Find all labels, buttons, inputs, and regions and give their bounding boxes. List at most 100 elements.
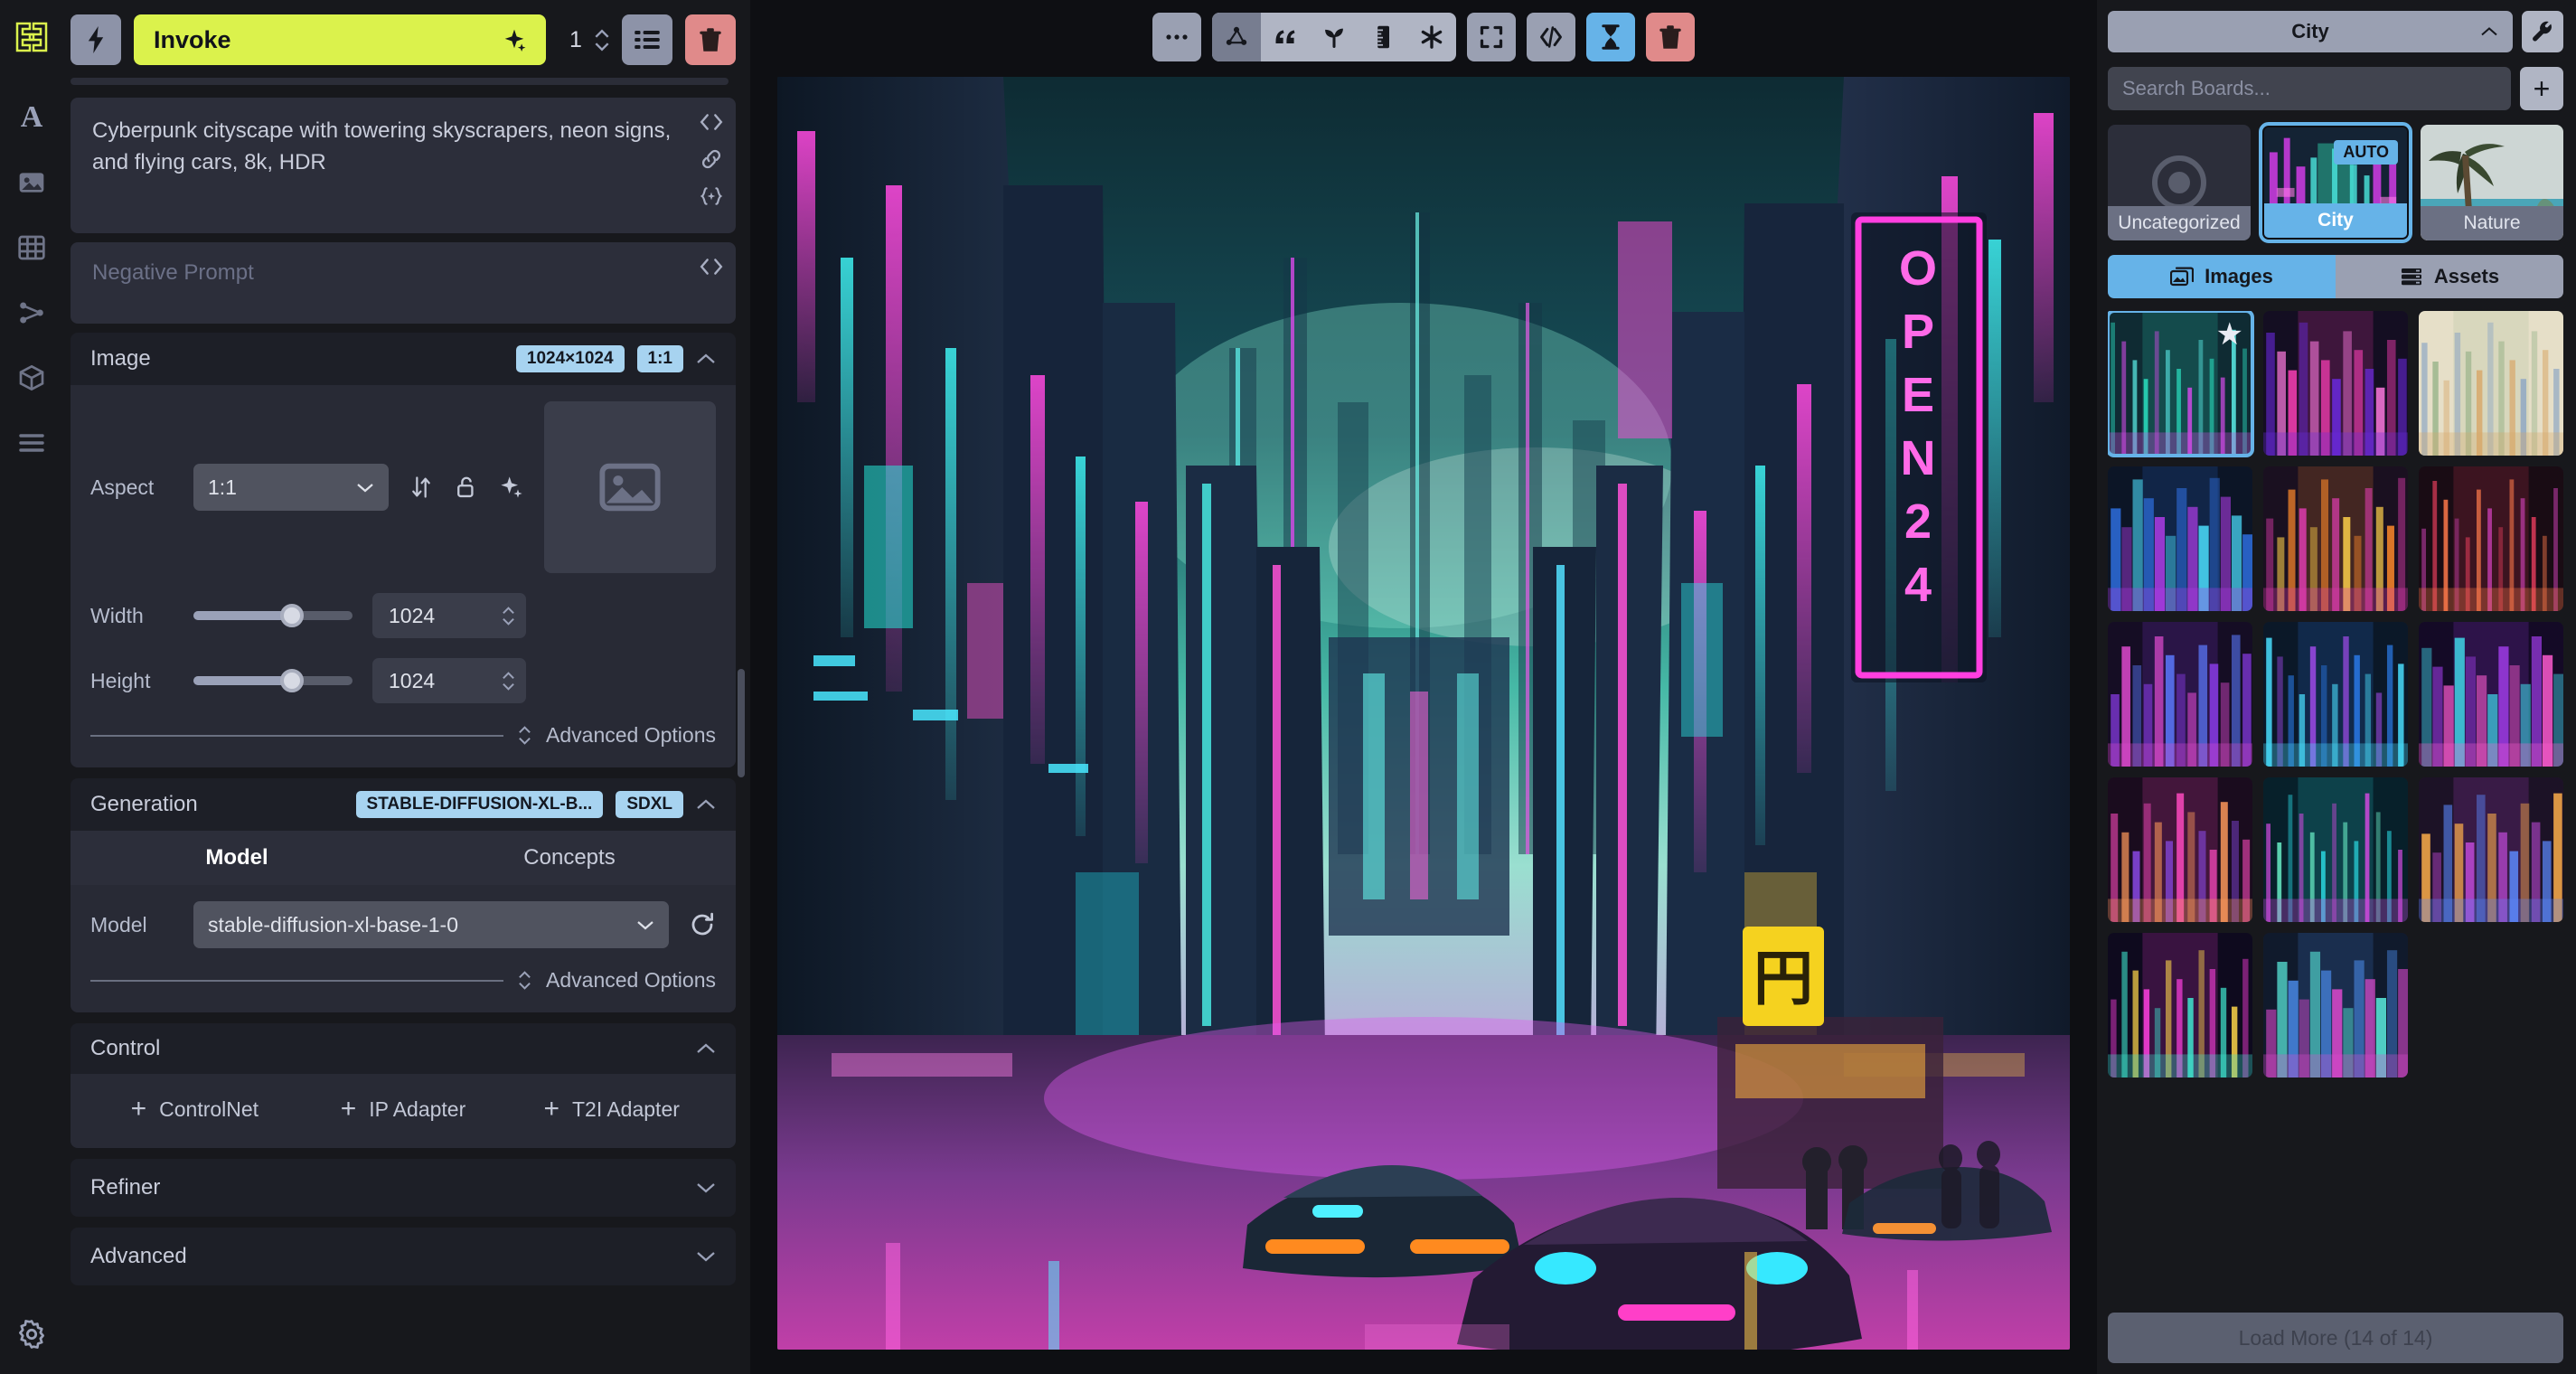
load-more-button[interactable]: Load More (14 of 14): [2108, 1313, 2563, 1363]
width-input[interactable]: 1024: [372, 593, 526, 638]
gallery-thumbnail[interactable]: ★: [2108, 311, 2254, 457]
chevron-down-icon[interactable]: [696, 1250, 716, 1263]
sidebar-item-models[interactable]: [12, 358, 52, 398]
link-icon[interactable]: [700, 148, 723, 170]
model-select[interactable]: stable-diffusion-xl-base-1-0: [193, 901, 669, 948]
gallery-thumbnail[interactable]: [2419, 466, 2563, 611]
gallery-thumbnail[interactable]: [2263, 777, 2408, 922]
use-size-button[interactable]: [1359, 13, 1407, 61]
positive-prompt-text[interactable]: Cyberpunk cityscape with towering skyscr…: [92, 116, 682, 179]
queue-list-icon: [635, 31, 660, 49]
aspect-select[interactable]: 1:1: [193, 464, 389, 511]
generated-image[interactable]: O P E N 2 4 円: [777, 77, 2070, 1350]
gallery-thumbnail[interactable]: [2263, 466, 2408, 611]
sidebar-item-text-to-image[interactable]: A: [12, 98, 52, 137]
advanced-toggle-icon[interactable]: [518, 971, 531, 990]
board-selector[interactable]: City: [2108, 11, 2513, 52]
gallery-thumbnail[interactable]: [2263, 622, 2408, 767]
gallery-thumbnail[interactable]: [2419, 311, 2563, 456]
image-advanced-options-row[interactable]: Advanced Options: [90, 723, 716, 748]
tab-concepts[interactable]: Concepts: [403, 831, 736, 885]
sidebar-item-queue-list[interactable]: [12, 423, 52, 463]
invoke-logo-icon[interactable]: [12, 16, 52, 56]
sidebar-item-grid-gallery[interactable]: [12, 228, 52, 268]
more-options-button[interactable]: [1152, 13, 1201, 61]
refiner-section[interactable]: Refiner: [71, 1159, 736, 1217]
width-slider[interactable]: [193, 604, 353, 627]
sidebar-item-image-viewer[interactable]: [12, 163, 52, 202]
delete-image-button[interactable]: [1646, 13, 1695, 61]
code-brackets-icon[interactable]: [700, 257, 723, 277]
use-seed-button[interactable]: [1310, 13, 1359, 61]
sidebar-item-nodes-workflow[interactable]: [12, 293, 52, 333]
generation-section-header[interactable]: Generation STABLE-DIFFUSION-XL-B... SDXL: [71, 778, 736, 831]
advanced-toggle-icon[interactable]: [518, 726, 531, 745]
chevron-down-icon[interactable]: [696, 1181, 716, 1194]
code-brackets-icon[interactable]: [700, 112, 723, 132]
add-controlnet-button[interactable]: + ControlNet: [90, 1090, 299, 1128]
use-prompt-button[interactable]: [1261, 13, 1310, 61]
height-input[interactable]: 1024: [372, 658, 526, 703]
add-t2i-adapter-button[interactable]: + T2I Adapter: [507, 1090, 716, 1128]
gallery-thumbnail[interactable]: [2108, 777, 2252, 922]
invoke-button[interactable]: Invoke: [134, 14, 546, 65]
positive-prompt-box[interactable]: Cyberpunk cityscape with towering skyscr…: [71, 98, 736, 233]
width-stepper[interactable]: [502, 606, 515, 626]
chevron-up-icon: [503, 606, 514, 614]
chevron-up-icon[interactable]: [696, 353, 716, 365]
star-icon[interactable]: ★: [2216, 316, 2243, 353]
iterations-arrows[interactable]: [595, 28, 609, 52]
queue-button[interactable]: [622, 14, 672, 65]
swap-dimensions-icon[interactable]: [409, 475, 434, 500]
target-icon: [2152, 155, 2206, 210]
gallery-thumbnail[interactable]: [2108, 466, 2252, 611]
refiner-section-title: Refiner: [90, 1175, 161, 1200]
progress-toggle-button[interactable]: [1586, 13, 1635, 61]
show-metadata-button[interactable]: [1527, 13, 1575, 61]
generation-advanced-options-row[interactable]: Advanced Options: [90, 968, 716, 993]
auto-size-sparkle-icon[interactable]: [499, 475, 524, 500]
invoke-immediate-button[interactable]: [71, 14, 121, 65]
board-nature[interactable]: Nature: [2421, 125, 2563, 240]
height-stepper[interactable]: [502, 671, 515, 691]
chevron-up-icon: [519, 726, 531, 734]
gallery-thumbnail[interactable]: [2108, 622, 2252, 767]
tab-images[interactable]: Images: [2108, 255, 2336, 298]
tab-model[interactable]: Model: [71, 831, 403, 885]
unlock-icon[interactable]: [454, 475, 479, 500]
use-all-parameters-button[interactable]: [1212, 13, 1261, 61]
add-board-button[interactable]: +: [2520, 67, 2563, 110]
control-section-header[interactable]: Control: [71, 1023, 736, 1074]
board-city[interactable]: AUTO City: [2259, 122, 2412, 243]
gallery-thumbnail[interactable]: [2108, 933, 2252, 1078]
width-slider-thumb[interactable]: [280, 604, 305, 627]
board-uncategorized[interactable]: Uncategorized: [2108, 125, 2251, 240]
panel-scrollbar[interactable]: [738, 669, 745, 777]
clear-queue-button[interactable]: [685, 14, 736, 65]
gallery-thumbnail[interactable]: [2419, 777, 2563, 922]
chevron-up-icon[interactable]: [696, 798, 716, 811]
generation-advanced-options-label[interactable]: Advanced Options: [546, 968, 716, 993]
trash-icon: [1659, 25, 1681, 49]
height-slider-thumb[interactable]: [280, 669, 305, 692]
tab-assets[interactable]: Assets: [2336, 255, 2563, 298]
chevron-up-icon[interactable]: [696, 1042, 716, 1055]
use-all-button[interactable]: [1407, 13, 1456, 61]
height-slider[interactable]: [193, 669, 353, 692]
negative-prompt-box[interactable]: Negative Prompt: [71, 242, 736, 324]
image-section-header[interactable]: Image 1024×1024 1:1: [71, 333, 736, 385]
sparkle-braces-icon[interactable]: [700, 186, 723, 206]
image-advanced-options-label[interactable]: Advanced Options: [546, 723, 716, 748]
refresh-models-icon[interactable]: [689, 911, 716, 938]
gallery-thumbnail[interactable]: [2419, 622, 2563, 767]
advanced-section[interactable]: Advanced: [71, 1228, 736, 1285]
gallery-thumbnail[interactable]: [2263, 311, 2408, 456]
gallery-settings-button[interactable]: [2522, 11, 2563, 52]
fit-to-screen-button[interactable]: [1467, 13, 1516, 61]
add-ip-adapter-button[interactable]: + IP Adapter: [299, 1090, 508, 1128]
negative-prompt-placeholder[interactable]: Negative Prompt: [92, 260, 682, 286]
sidebar-item-settings[interactable]: [12, 1314, 52, 1354]
iterations-stepper[interactable]: 1: [559, 27, 609, 53]
gallery-thumbnail[interactable]: [2263, 933, 2408, 1078]
search-boards-input[interactable]: Search Boards...: [2108, 67, 2511, 110]
